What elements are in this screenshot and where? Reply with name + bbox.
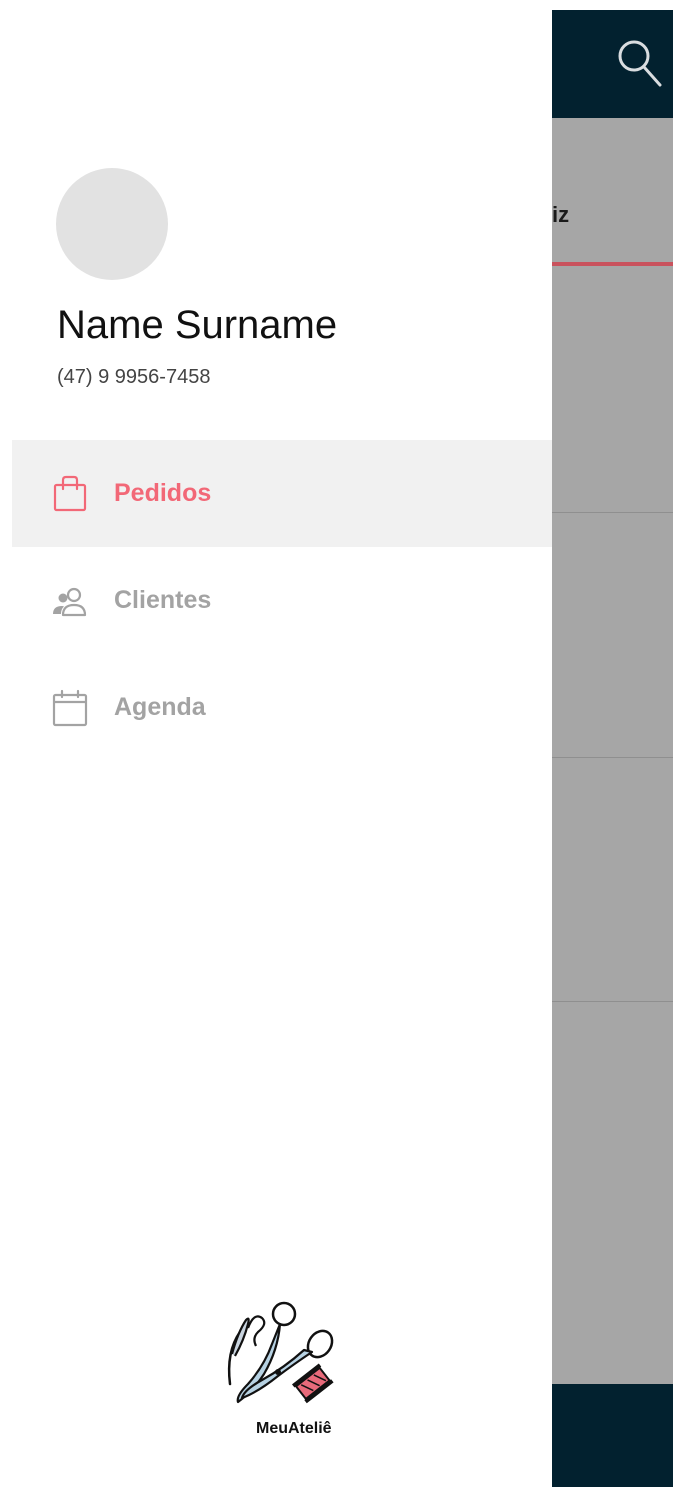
search-button[interactable] [612,36,668,92]
list-divider [552,1001,673,1002]
sewing-tools-logo-icon [227,1301,334,1404]
nav-label-pedidos: Pedidos [114,479,212,507]
user-name: Name Surname [57,303,338,347]
brand-name: MeuAteliê [256,1420,332,1437]
list-divider [552,757,673,758]
avatar[interactable] [56,168,168,280]
nav-item-agenda[interactable]: Agenda [12,654,552,761]
users-icon [53,587,87,617]
user-phone: (47) 9 9956-7458 [57,366,211,388]
search-icon [618,40,662,87]
calendar-icon [52,689,88,727]
tab-indicator [552,262,673,266]
navigation-drawer: Name Surname (47) 9 9956-7458 Pedidos Cl… [12,10,552,1487]
nav-label-clientes: Clientes [114,586,212,614]
nav-item-pedidos[interactable]: Pedidos [12,440,552,547]
nav-item-clientes[interactable]: Clientes [12,547,552,654]
list-divider [552,512,673,513]
nav-label-agenda: Agenda [114,693,206,721]
screen: iz Name Surname (47) 9 9956-7458 Pedidos [0,0,673,1487]
shopping-bag-icon [53,475,87,512]
app-tab-label[interactable]: iz [552,202,569,228]
